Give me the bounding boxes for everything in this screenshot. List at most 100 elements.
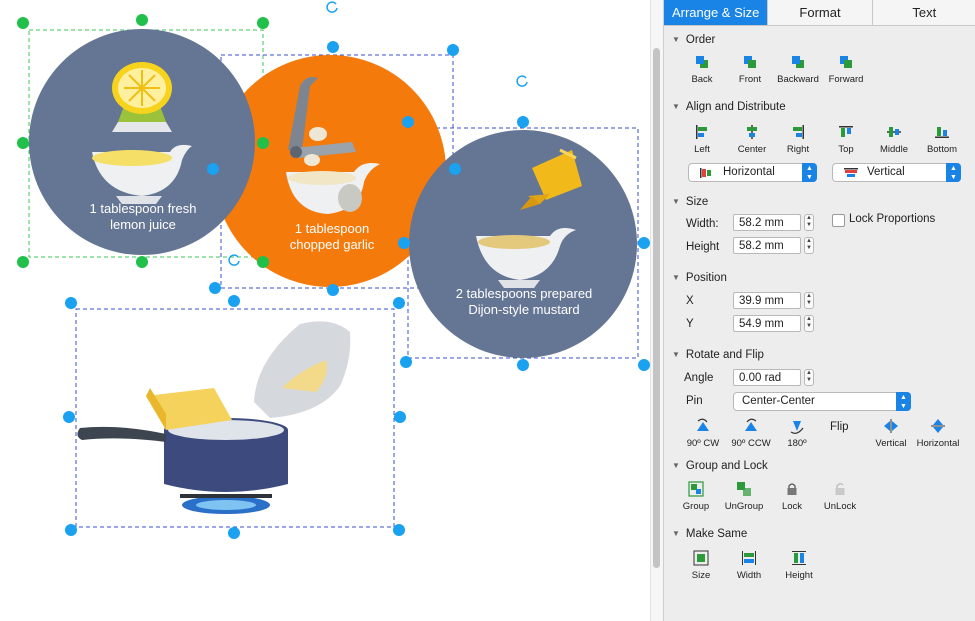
unlock-icon bbox=[835, 483, 845, 495]
pin-select[interactable]: Center-Center ▲ ▼ bbox=[733, 392, 911, 411]
same-width-icon bbox=[742, 551, 756, 565]
lock-button[interactable]: Lock bbox=[766, 481, 818, 512]
make-same-height-button[interactable]: Height bbox=[773, 550, 825, 581]
order-front-button[interactable]: Front bbox=[724, 54, 776, 85]
rotate-handle-icon[interactable] bbox=[516, 74, 530, 88]
resize-handle[interactable] bbox=[207, 163, 219, 175]
section-order-title[interactable]: ▼ Order bbox=[672, 34, 715, 46]
resize-handle[interactable] bbox=[517, 116, 529, 128]
resize-handle[interactable] bbox=[393, 297, 405, 309]
resize-handle[interactable] bbox=[400, 356, 412, 368]
width-input[interactable]: 58.2 mm bbox=[733, 214, 801, 231]
vertical-distribute-select[interactable]: Vertical ▲ ▼ bbox=[832, 163, 961, 182]
order-forward-button[interactable]: Forward bbox=[820, 54, 872, 85]
disclosure-triangle-icon: ▼ bbox=[672, 461, 680, 470]
resize-handle[interactable] bbox=[63, 411, 75, 423]
position-y-stepper[interactable]: ▲ ▼ bbox=[804, 315, 814, 332]
align-bottom-button[interactable]: Bottom bbox=[916, 124, 968, 155]
resize-handle[interactable] bbox=[398, 237, 410, 249]
resize-handle[interactable] bbox=[517, 359, 529, 371]
front-icon bbox=[744, 56, 756, 68]
resize-handle[interactable] bbox=[17, 256, 29, 268]
tab-text[interactable]: Text bbox=[871, 0, 975, 25]
resize-handle[interactable] bbox=[65, 524, 77, 536]
align-top-button[interactable]: Top bbox=[820, 124, 872, 155]
section-size-title[interactable]: ▼ Size bbox=[672, 196, 708, 208]
flip-horizontal-button[interactable]: Horizontal bbox=[912, 418, 964, 449]
resize-handle[interactable] bbox=[638, 359, 650, 371]
align-middle-button[interactable]: Middle bbox=[868, 124, 920, 155]
rotate-handle-icon[interactable] bbox=[228, 253, 242, 267]
rotate-handle-icon[interactable] bbox=[326, 0, 340, 14]
tab-format[interactable]: Format bbox=[767, 0, 871, 25]
angle-label: Angle bbox=[684, 372, 714, 384]
align-center-button[interactable]: Center bbox=[726, 124, 778, 155]
section-group-title[interactable]: ▼ Group and Lock bbox=[672, 460, 768, 472]
lemon-squeezer-illustration bbox=[112, 62, 172, 132]
lock-proportions-checkbox[interactable] bbox=[832, 214, 845, 227]
resize-handle[interactable] bbox=[447, 44, 459, 56]
ungroup-button[interactable]: UnGroup bbox=[718, 481, 770, 512]
resize-handle[interactable] bbox=[136, 14, 148, 26]
order-front-label: Front bbox=[738, 74, 762, 85]
align-right-button[interactable]: Right bbox=[772, 124, 824, 155]
make-same-size-button[interactable]: Size bbox=[675, 550, 727, 581]
resize-handle[interactable] bbox=[17, 137, 29, 149]
flip-vertical-button[interactable]: Vertical bbox=[865, 418, 917, 449]
saucepan-illustration bbox=[77, 321, 351, 514]
group-button[interactable]: Group bbox=[670, 481, 722, 512]
section-make-same-title[interactable]: ▼ Make Same bbox=[672, 528, 747, 540]
group-icon bbox=[688, 481, 704, 497]
resize-handle[interactable] bbox=[17, 17, 29, 29]
resize-handle[interactable] bbox=[327, 284, 339, 296]
section-rotate-title[interactable]: ▼ Rotate and Flip bbox=[672, 349, 764, 361]
rotate-180-button[interactable]: 180º bbox=[771, 418, 823, 449]
section-order-label: Order bbox=[685, 34, 716, 46]
width-stepper[interactable]: ▲ ▼ bbox=[804, 214, 814, 231]
disclosure-triangle-icon: ▼ bbox=[672, 350, 680, 359]
angle-input[interactable]: 0.00 rad bbox=[733, 369, 801, 386]
height-input[interactable]: 58.2 mm bbox=[733, 237, 801, 254]
resize-handle[interactable] bbox=[257, 137, 269, 149]
resize-handle[interactable] bbox=[393, 524, 405, 536]
align-center-icon bbox=[747, 125, 757, 139]
resize-handle[interactable] bbox=[394, 411, 406, 423]
flip-vertical-label: Vertical bbox=[875, 438, 907, 449]
select-chevron-icon: ▲ ▼ bbox=[802, 163, 817, 182]
align-left-label: Left bbox=[694, 144, 710, 155]
resize-handle[interactable] bbox=[257, 17, 269, 29]
order-backward-button[interactable]: Backward bbox=[772, 54, 824, 85]
make-same-width-button[interactable]: Width bbox=[723, 550, 775, 581]
resize-handle[interactable] bbox=[65, 297, 77, 309]
rotate-90-cw-button[interactable]: 90º CW bbox=[677, 418, 729, 449]
backward-icon bbox=[792, 56, 804, 68]
tab-arrange-size[interactable]: Arrange & Size bbox=[664, 0, 768, 25]
resize-handle[interactable] bbox=[327, 41, 339, 53]
order-back-button[interactable]: Back bbox=[676, 54, 728, 85]
angle-stepper[interactable]: ▲ ▼ bbox=[804, 369, 814, 386]
section-align-title[interactable]: ▼ Align and Distribute bbox=[672, 101, 786, 113]
resize-handle[interactable] bbox=[402, 116, 414, 128]
position-x-input[interactable]: 39.9 mm bbox=[733, 292, 801, 309]
position-x-stepper[interactable]: ▲ ▼ bbox=[804, 292, 814, 309]
group-label: Group bbox=[682, 501, 710, 512]
resize-handle[interactable] bbox=[228, 295, 240, 307]
rotate-90-ccw-button[interactable]: 90º CCW bbox=[725, 418, 777, 449]
position-y-input[interactable]: 54.9 mm bbox=[733, 315, 801, 332]
resize-handle[interactable] bbox=[449, 163, 461, 175]
drawing-canvas[interactable]: 1 tablespoon fresh lemon juice 1 tablesp… bbox=[0, 0, 650, 621]
height-stepper[interactable]: ▲ ▼ bbox=[804, 237, 814, 254]
scrollbar-thumb[interactable] bbox=[653, 48, 660, 568]
resize-handle[interactable] bbox=[257, 256, 269, 268]
horizontal-distribute-select[interactable]: Horizontal ▲ ▼ bbox=[688, 163, 817, 182]
vertical-distribute-icon bbox=[844, 168, 858, 177]
section-position-title[interactable]: ▼ Position bbox=[672, 272, 727, 284]
resize-handle[interactable] bbox=[209, 282, 221, 294]
flip-horizontal-icon bbox=[931, 419, 945, 433]
resize-handle[interactable] bbox=[228, 527, 240, 539]
resize-handle[interactable] bbox=[638, 237, 650, 249]
resize-handle[interactable] bbox=[136, 256, 148, 268]
unlock-button[interactable]: UnLock bbox=[814, 481, 866, 512]
align-left-button[interactable]: Left bbox=[676, 124, 728, 155]
lemon-label: 1 tablespoon fresh lemon juice bbox=[72, 201, 214, 233]
